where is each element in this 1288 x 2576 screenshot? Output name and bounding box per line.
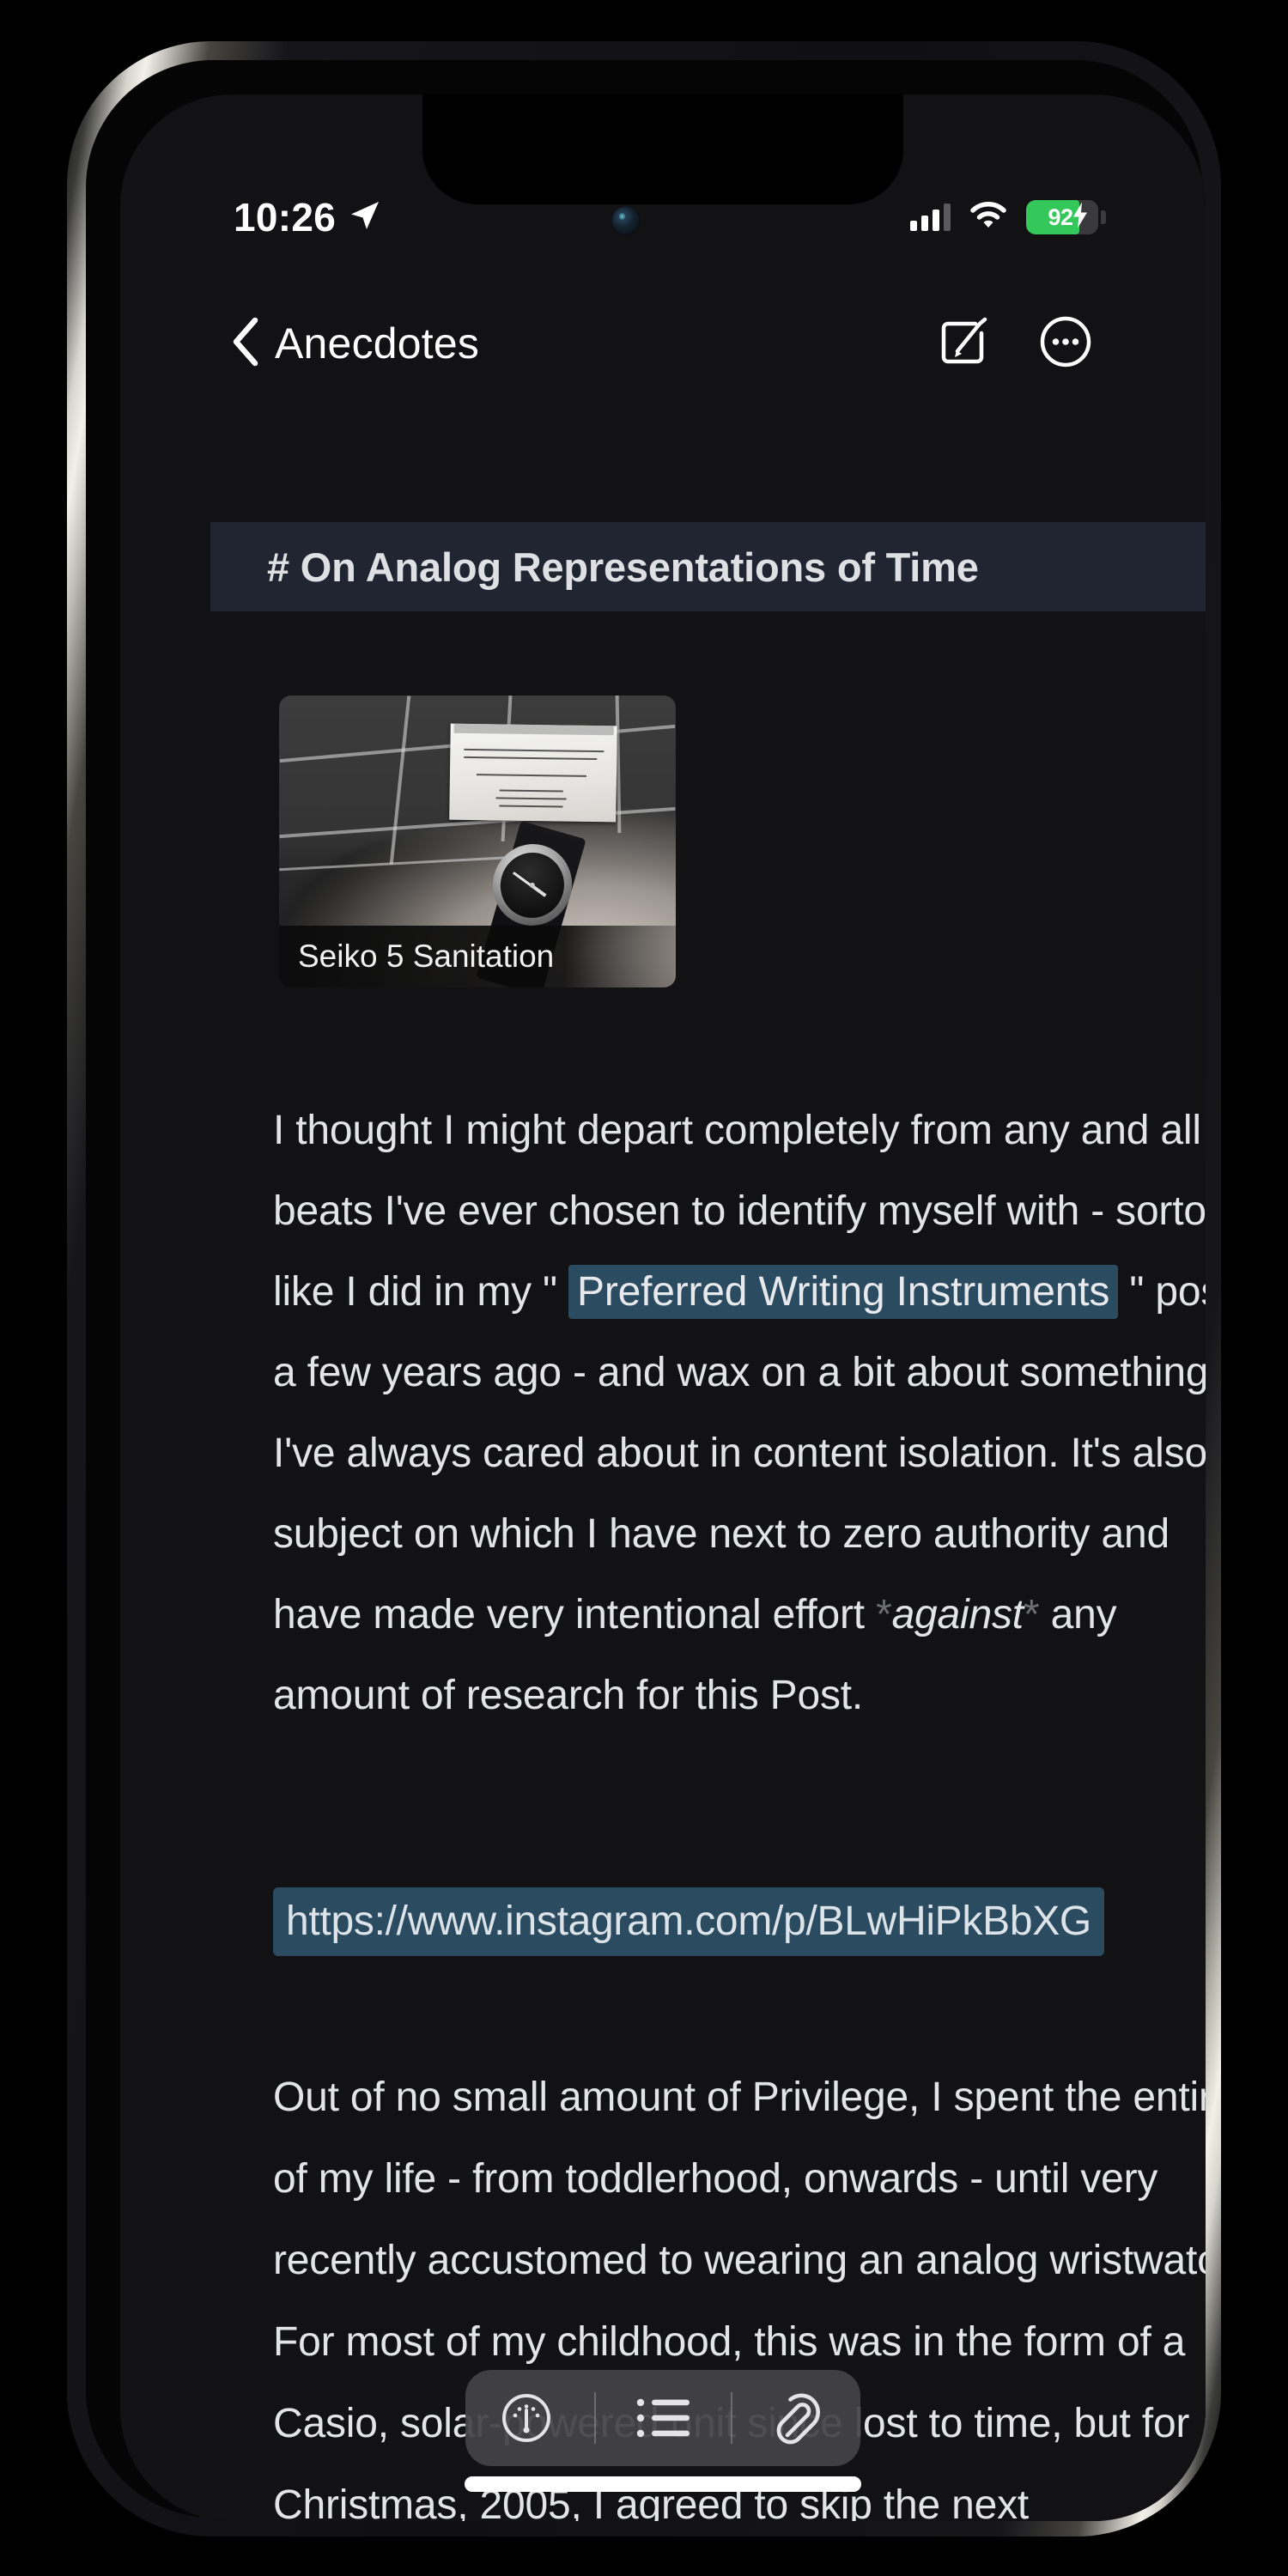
phone-inner-bezel: Anecdotes # On Analog Representations of…	[86, 60, 1206, 2521]
sign-text-line	[495, 797, 567, 800]
phone-frame: Anecdotes # On Analog Representations of…	[67, 41, 1221, 2537]
front-camera-icon	[611, 206, 641, 235]
tile-grout-line	[389, 696, 410, 865]
status-time: 10:26	[234, 195, 337, 240]
sign-text-line	[499, 805, 563, 808]
external-url-row: https://www.instagram.com/p/BLwHiPkBbXG	[273, 1887, 1206, 1956]
bullet-list-icon[interactable]	[631, 2386, 695, 2450]
body-text-segment: " post a few years ago - and wax on a bi…	[273, 1269, 1206, 1637]
note-title-bar[interactable]: # On Analog Representations of Time	[210, 522, 1206, 611]
toolbar-divider	[593, 2392, 596, 2444]
compose-icon[interactable]	[938, 316, 989, 372]
ellipsis-circle-icon[interactable]	[1039, 315, 1092, 373]
chevron-left-icon	[230, 317, 259, 371]
battery-indicator: 92	[1026, 200, 1106, 234]
attachment-thumbnail[interactable]: Seiko 5 Sanitation	[279, 696, 676, 987]
sign-text-line	[476, 774, 586, 778]
sign-text-line	[463, 749, 604, 753]
format-toolbar	[465, 2370, 860, 2466]
status-icons-group: 92	[910, 200, 1106, 234]
emphasis-marker-open: *	[876, 1592, 892, 1637]
status-bar: 10:26 92	[120, 94, 1206, 240]
gauge-icon[interactable]	[495, 2386, 558, 2450]
toolbar-divider	[730, 2392, 732, 2444]
attachment-caption: Seiko 5 Sanitation	[298, 939, 555, 974]
sign-tape	[453, 723, 614, 736]
home-indicator[interactable]	[465, 2476, 861, 2492]
back-button[interactable]: Anecdotes	[230, 317, 479, 371]
wifi-icon	[969, 201, 1007, 234]
nav-actions	[938, 315, 1092, 373]
location-arrow-icon	[348, 198, 382, 237]
sign-text-line	[499, 789, 563, 793]
restroom-sign	[448, 723, 617, 823]
status-time-group: 10:26	[234, 194, 382, 240]
navigation-bar: Anecdotes	[120, 288, 1206, 399]
attachment-caption-overlay: Seiko 5 Sanitation	[279, 926, 676, 987]
phone-screen: Anecdotes # On Analog Representations of…	[120, 94, 1206, 2521]
emphasis-text: against	[891, 1592, 1024, 1637]
note-body-paragraph-1[interactable]: I thought I might depart completely from…	[273, 1091, 1206, 1736]
tile-grout-line	[279, 855, 518, 872]
back-button-label: Anecdotes	[275, 319, 480, 368]
paperclip-icon[interactable]	[768, 2386, 831, 2450]
internal-note-link[interactable]: Preferred Writing Instruments	[568, 1265, 1119, 1319]
notch	[422, 94, 903, 204]
emphasis-marker-close: *	[1023, 1592, 1040, 1637]
battery-cap	[1101, 210, 1106, 224]
battery-body: 92	[1026, 200, 1098, 234]
external-url-link[interactable]: https://www.instagram.com/p/BLwHiPkBbXG	[273, 1887, 1104, 1956]
cellular-signal-icon	[910, 204, 951, 231]
sign-text-line	[463, 756, 597, 761]
page-title: # On Analog Representations of Time	[267, 544, 979, 590]
watch-dial	[494, 846, 572, 925]
watch-hour-hand	[532, 885, 548, 898]
notes-app-container: Anecdotes # On Analog Representations of…	[120, 94, 1206, 2521]
battery-charging-bolt-icon	[1072, 202, 1088, 233]
